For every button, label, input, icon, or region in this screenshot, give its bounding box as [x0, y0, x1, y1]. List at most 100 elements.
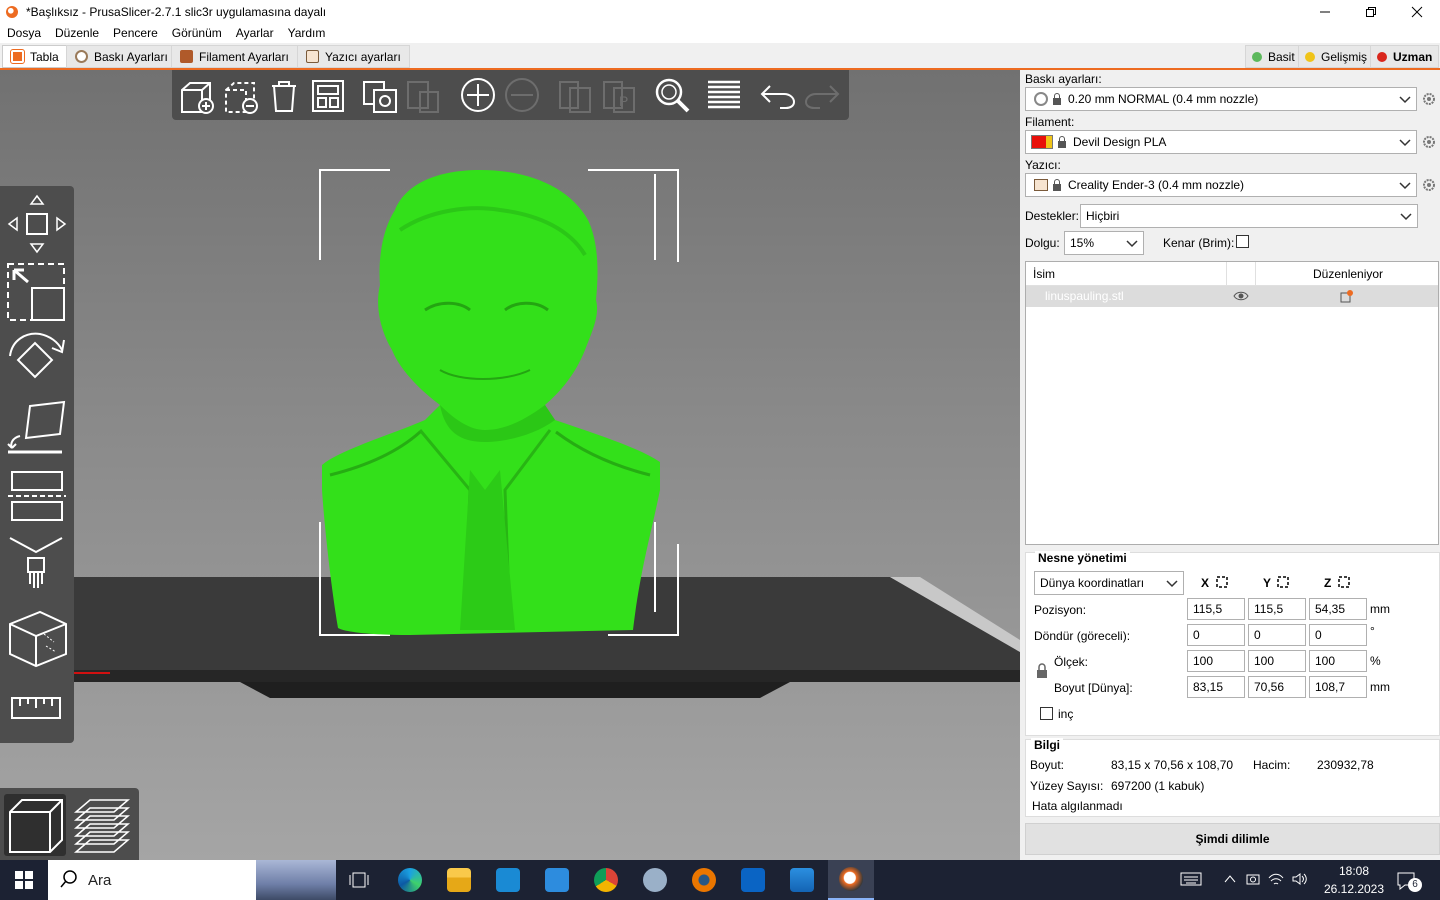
- prusaslicer-icon[interactable]: [828, 860, 874, 900]
- app-icon[interactable]: [632, 860, 678, 900]
- keyboard-icon[interactable]: [1180, 871, 1202, 890]
- outlook-new-icon[interactable]: [730, 860, 776, 900]
- lock-icon[interactable]: [1035, 663, 1049, 682]
- drop-to-bed-x-icon[interactable]: [1215, 575, 1229, 592]
- menu-bar: Dosya Düzenle Pencere Görünüm Ayarlar Ya…: [0, 23, 1440, 43]
- 3d-viewport[interactable]: P: [0, 70, 1020, 860]
- add-icon[interactable]: [176, 76, 216, 114]
- maximize-icon[interactable]: [1348, 0, 1394, 23]
- menu-help[interactable]: Yardım: [281, 26, 333, 40]
- undo-icon[interactable]: [758, 76, 798, 114]
- print-settings-combo[interactable]: 0.20 mm NORMAL (0.4 mm nozzle): [1025, 87, 1417, 111]
- delete-icon[interactable]: [220, 76, 260, 114]
- camera-icon[interactable]: [1246, 872, 1260, 889]
- brim-checkbox[interactable]: [1236, 235, 1249, 248]
- scale-icon[interactable]: [6, 260, 68, 322]
- 3d-cube-view-icon[interactable]: [6, 604, 68, 670]
- scale-y-input[interactable]: 100: [1248, 650, 1306, 672]
- printer-gear-icon[interactable]: [1421, 177, 1437, 193]
- tab-plater[interactable]: Tabla: [2, 45, 68, 68]
- mail-icon[interactable]: [534, 860, 580, 900]
- paste-icon[interactable]: [404, 76, 444, 114]
- tab-printer-settings[interactable]: Yazıcı ayarları: [297, 45, 410, 68]
- printer-combo[interactable]: Creality Ender-3 (0.4 mm nozzle): [1025, 173, 1417, 197]
- inches-checkbox[interactable]: [1040, 707, 1053, 720]
- tab-filament-settings[interactable]: Filament Ayarları: [171, 45, 298, 68]
- slice-now-button[interactable]: Şimdi dilimle: [1025, 823, 1440, 855]
- position-y-input[interactable]: 115,5: [1248, 598, 1306, 620]
- menu-file[interactable]: Dosya: [0, 26, 48, 40]
- measure-icon[interactable]: [6, 690, 68, 726]
- rotation-y-input[interactable]: 0: [1248, 624, 1306, 646]
- edge-icon[interactable]: [387, 860, 433, 900]
- split-parts-icon[interactable]: P: [600, 76, 640, 114]
- file-explorer-icon[interactable]: [436, 860, 482, 900]
- place-on-face-icon[interactable]: [6, 396, 68, 458]
- task-view-icon[interactable]: [336, 860, 382, 900]
- photos-icon[interactable]: [779, 860, 825, 900]
- eye-icon[interactable]: [1233, 289, 1249, 306]
- move-icon[interactable]: [6, 192, 68, 254]
- menu-settings[interactable]: Ayarlar: [229, 26, 281, 40]
- mode-expert[interactable]: Uzman: [1370, 45, 1440, 68]
- size-z-input[interactable]: 108,7: [1309, 676, 1367, 698]
- coordinates-combo[interactable]: Dünya koordinatları: [1034, 571, 1184, 595]
- menu-edit[interactable]: Düzenle: [48, 26, 106, 40]
- supports-combo[interactable]: Hiçbiri: [1080, 204, 1418, 228]
- scale-x-input[interactable]: 100: [1187, 650, 1245, 672]
- close-icon[interactable]: [1394, 0, 1440, 23]
- delete-all-icon[interactable]: [264, 76, 304, 114]
- wifi-icon[interactable]: [1268, 872, 1284, 889]
- layers-editing-icon[interactable]: [704, 76, 744, 114]
- size-x-input[interactable]: 83,15: [1187, 676, 1245, 698]
- column-editing[interactable]: Düzenleniyor: [1313, 267, 1383, 281]
- taskbar-search[interactable]: Ara: [48, 860, 336, 900]
- size-y-input[interactable]: 70,56: [1248, 676, 1306, 698]
- search-icon[interactable]: [652, 76, 692, 114]
- rotation-x-input[interactable]: 0: [1187, 624, 1245, 646]
- paint-supports-icon[interactable]: [6, 532, 68, 594]
- mode-simple[interactable]: Basit: [1245, 45, 1302, 68]
- split-objects-icon[interactable]: [556, 76, 596, 114]
- copy-icon[interactable]: [360, 76, 400, 114]
- clock-date: 26.12.2023: [1323, 882, 1385, 896]
- filament-combo[interactable]: Devil Design PLA: [1025, 130, 1417, 154]
- minimize-icon[interactable]: [1302, 0, 1348, 23]
- position-z-input[interactable]: 54,35: [1309, 598, 1367, 620]
- scale-z-input[interactable]: 100: [1309, 650, 1367, 672]
- object-list-row[interactable]: linuspauling.stl: [1026, 286, 1438, 307]
- edit-settings-icon[interactable]: [1340, 289, 1354, 306]
- info-panel: Bilgi Boyut: 83,15 x 70,56 x 108,70 Haci…: [1025, 738, 1440, 817]
- volume-icon[interactable]: [1292, 872, 1308, 889]
- 3d-view-icon[interactable]: [4, 794, 66, 856]
- model-bust[interactable]: [322, 170, 660, 635]
- store-icon[interactable]: [485, 860, 531, 900]
- infill-combo[interactable]: 15%: [1064, 231, 1144, 255]
- print-settings-gear-icon[interactable]: [1421, 91, 1437, 107]
- arrange-icon[interactable]: [308, 76, 348, 114]
- chevron-up-icon[interactable]: [1224, 873, 1236, 887]
- cut-icon[interactable]: [6, 464, 68, 526]
- redo-icon[interactable]: [802, 76, 842, 114]
- position-x-input[interactable]: 115,5: [1187, 598, 1245, 620]
- preview-icon[interactable]: [70, 794, 132, 856]
- rotation-z-input[interactable]: 0: [1309, 624, 1367, 646]
- tab-print-settings[interactable]: Baskı Ayarları: [66, 45, 177, 68]
- notification-center-icon[interactable]: 6: [1396, 870, 1424, 892]
- rotate-icon[interactable]: [6, 328, 68, 390]
- remove-instance-icon[interactable]: [502, 76, 542, 114]
- blender-icon[interactable]: [681, 860, 727, 900]
- taskbar-clock[interactable]: 18:08 26.12.2023: [1318, 862, 1390, 898]
- filament-gear-icon[interactable]: [1421, 134, 1437, 150]
- menu-window[interactable]: Pencere: [106, 26, 165, 40]
- windows-start-icon[interactable]: [0, 860, 48, 900]
- supports-label: Destekler:: [1025, 209, 1080, 223]
- drop-to-bed-y-icon[interactable]: [1276, 575, 1290, 592]
- chrome-icon[interactable]: [583, 860, 629, 900]
- menu-view[interactable]: Görünüm: [165, 26, 229, 40]
- add-instance-icon[interactable]: [458, 76, 498, 114]
- column-name[interactable]: İsim: [1033, 267, 1055, 281]
- mode-simple-dot: [1252, 51, 1262, 62]
- drop-to-bed-z-icon[interactable]: [1337, 575, 1351, 592]
- mode-advanced[interactable]: Gelişmiş: [1298, 45, 1375, 68]
